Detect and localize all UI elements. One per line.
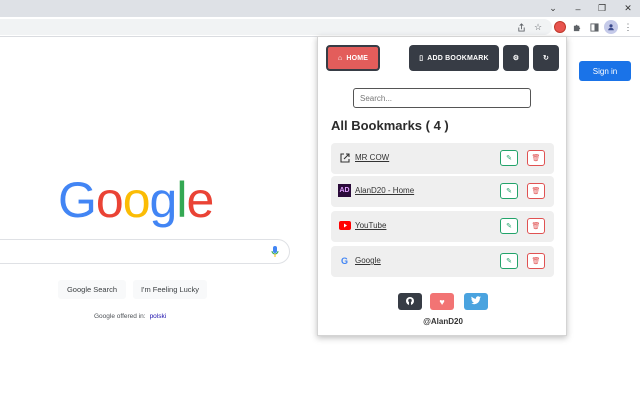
address-bar[interactable] — [0, 19, 552, 35]
minimize-button[interactable]: – — [566, 0, 590, 17]
language-link[interactable]: polski — [150, 313, 167, 320]
tab-search-icon[interactable]: ⌄ — [541, 0, 565, 17]
profile-icon[interactable] — [604, 20, 618, 34]
bookmark-popup: ⌂HOME ▯ADD BOOKMARK ⚙ ↻ All Bookmarks ( … — [317, 36, 567, 336]
home-icon: ⌂ — [337, 54, 343, 62]
google-logo: Google — [58, 172, 218, 228]
youtube-icon — [338, 219, 351, 232]
logo-letter: e — [186, 172, 214, 228]
google-search-input[interactable] — [0, 239, 290, 264]
star-icon[interactable]: ☆ — [531, 20, 545, 34]
logo-letter: o — [95, 172, 124, 228]
title-bar: ⌄ – ❐ ✕ — [0, 0, 640, 17]
refresh-button[interactable]: ↻ — [533, 45, 559, 71]
bookmark-label[interactable]: MR COW — [355, 153, 389, 162]
bookmark-label[interactable]: Google — [355, 256, 381, 265]
bookmark-item[interactable]: AD AlanD20 - Home ✎ 🗑 — [331, 176, 554, 207]
twitter-button[interactable] — [464, 293, 488, 310]
logo-letter: G — [58, 172, 97, 228]
home-label: HOME — [346, 54, 369, 62]
add-bookmark-button[interactable]: ▯ ADD BOOKMARK — [409, 45, 499, 71]
logo-letter: g — [149, 172, 178, 228]
offered-in-text: Google offered in: polski — [94, 313, 166, 320]
bookmark-icon: ▯ — [419, 55, 424, 62]
menu-icon[interactable]: ⋮ — [621, 20, 635, 34]
heart-icon: ♥ — [439, 296, 445, 307]
sidepanel-icon[interactable] — [587, 20, 601, 34]
delete-button[interactable]: 🗑 — [527, 218, 545, 234]
github-icon — [405, 296, 415, 308]
close-button[interactable]: ✕ — [616, 0, 640, 17]
external-link-icon — [338, 151, 351, 164]
logo-letter: o — [122, 172, 151, 228]
edit-button[interactable]: ✎ — [500, 218, 518, 234]
browser-toolbar: ☆ ⋮ — [0, 17, 640, 37]
logo-letter: l — [176, 172, 187, 228]
bookmark-search-input[interactable] — [353, 88, 531, 108]
bookmark-label[interactable]: AlanD20 - Home — [355, 186, 414, 195]
microphone-icon[interactable] — [271, 245, 279, 257]
offered-in-label: Google offered in: — [94, 313, 146, 320]
sign-in-button[interactable]: Sign in — [579, 61, 631, 81]
feeling-lucky-button[interactable]: I'm Feeling Lucky — [133, 280, 207, 299]
gear-icon: ⚙ — [512, 55, 520, 62]
settings-button[interactable]: ⚙ — [503, 45, 529, 71]
share-icon[interactable] — [514, 20, 528, 34]
twitter-icon — [471, 296, 481, 307]
add-bookmark-label: ADD BOOKMARK — [427, 54, 489, 62]
extension-badge-icon[interactable] — [554, 21, 566, 33]
author-credit: @AlanD20 — [423, 317, 463, 326]
edit-button[interactable]: ✎ — [500, 253, 518, 269]
github-button[interactable] — [398, 293, 422, 310]
delete-button[interactable]: 🗑 — [527, 183, 545, 199]
home-button[interactable]: ⌂ HOME — [326, 45, 380, 71]
restore-button[interactable]: ❐ — [590, 0, 614, 17]
edit-button[interactable]: ✎ — [500, 183, 518, 199]
puzzle-icon[interactable] — [570, 20, 584, 34]
google-search-button[interactable]: Google Search — [58, 280, 126, 299]
edit-button[interactable]: ✎ — [500, 150, 518, 166]
refresh-icon: ↻ — [542, 55, 550, 62]
bookmarks-title: All Bookmarks ( 4 ) — [331, 118, 449, 133]
bookmark-item[interactable]: G Google ✎ 🗑 — [331, 246, 554, 277]
donate-button[interactable]: ♥ — [430, 293, 454, 310]
delete-button[interactable]: 🗑 — [527, 150, 545, 166]
ad-logo-icon: AD — [338, 184, 351, 197]
bookmark-label[interactable]: YouTube — [355, 221, 386, 230]
google-g-icon: G — [340, 255, 348, 266]
bookmark-item[interactable]: MR COW ✎ 🗑 — [331, 143, 554, 174]
delete-button[interactable]: 🗑 — [527, 253, 545, 269]
bookmark-item[interactable]: YouTube ✎ 🗑 — [331, 211, 554, 242]
